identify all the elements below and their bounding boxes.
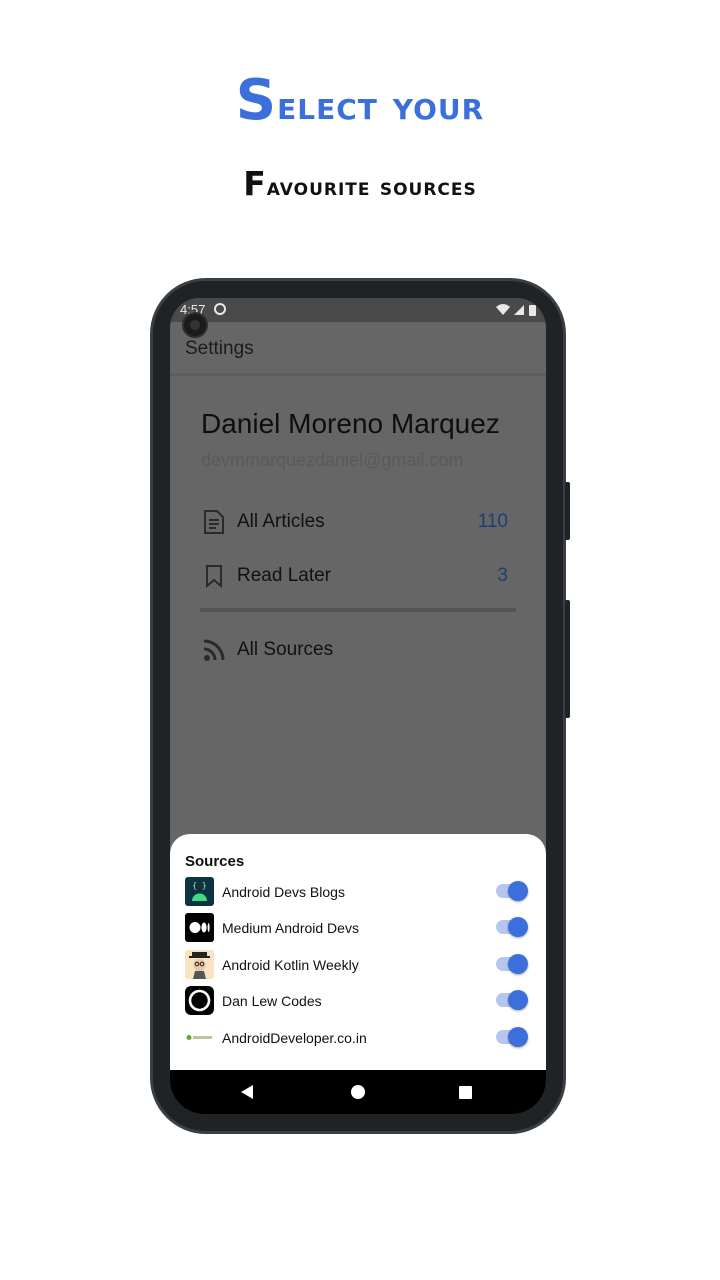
medium-logo bbox=[185, 913, 214, 942]
recents-icon[interactable] bbox=[459, 1086, 472, 1099]
dan-lew-logo bbox=[185, 986, 214, 1015]
source-toggle[interactable] bbox=[496, 881, 528, 901]
back-icon[interactable] bbox=[241, 1085, 253, 1099]
headline-favourite-sources: Favourite sources bbox=[0, 164, 720, 203]
rss-icon bbox=[203, 639, 225, 661]
headline-line1-rest: elect your bbox=[277, 83, 485, 129]
source-row-android-kotlin-weekly[interactable]: Android Kotlin Weekly bbox=[170, 949, 546, 981]
signal-icon bbox=[514, 305, 524, 315]
status-icons bbox=[496, 304, 536, 316]
headline-select-your: Select your bbox=[0, 68, 720, 133]
source-name: AndroidDeveloper.co.in bbox=[222, 1030, 367, 1046]
read-later-count: 3 bbox=[497, 565, 508, 586]
headline-line1-initial: S bbox=[235, 68, 278, 133]
source-row-medium-android-devs[interactable]: Medium Android Devs bbox=[170, 912, 546, 944]
menu-item-label: All Articles bbox=[237, 511, 325, 532]
status-bar: 4:57 bbox=[170, 298, 546, 322]
svg-text:{ }: { } bbox=[192, 881, 206, 890]
sheet-title: Sources bbox=[185, 853, 245, 870]
menu-item-all-articles[interactable]: All Articles 110 bbox=[170, 501, 546, 541]
menu-divider bbox=[200, 608, 516, 612]
page-title: Settings bbox=[185, 338, 254, 359]
profile-email: devmmarquezdaniel@gmail.com bbox=[201, 450, 464, 470]
source-toggle[interactable] bbox=[496, 990, 528, 1010]
headline-line2-initial: F bbox=[243, 164, 267, 203]
source-toggle[interactable] bbox=[496, 1027, 528, 1047]
menu-item-all-sources[interactable]: All Sources bbox=[170, 629, 546, 669]
source-name: Android Devs Blogs bbox=[222, 884, 345, 900]
bookmark-icon bbox=[206, 565, 222, 589]
navigation-bar bbox=[170, 1070, 546, 1114]
articles-count: 110 bbox=[477, 511, 508, 532]
androiddeveloper-logo bbox=[185, 1023, 214, 1052]
app-bar: Settings bbox=[170, 322, 546, 376]
article-icon bbox=[204, 510, 224, 534]
source-row-android-devs-blogs[interactable]: { } Android Devs Blogs bbox=[170, 876, 546, 908]
profile-name: Daniel Moreno Marquez bbox=[201, 408, 500, 439]
battery-icon bbox=[529, 305, 536, 316]
source-toggle[interactable] bbox=[496, 954, 528, 974]
source-row-dan-lew-codes[interactable]: Dan Lew Codes bbox=[170, 985, 546, 1017]
source-name: Android Kotlin Weekly bbox=[222, 957, 359, 973]
phone-side-button bbox=[565, 482, 570, 540]
source-row-androiddeveloper[interactable]: AndroidDeveloper.co.in bbox=[170, 1022, 546, 1054]
home-icon[interactable] bbox=[351, 1085, 365, 1099]
source-name: Dan Lew Codes bbox=[222, 993, 322, 1009]
source-name: Medium Android Devs bbox=[222, 920, 359, 936]
menu-item-label: Read Later bbox=[237, 565, 332, 586]
wifi-icon bbox=[496, 304, 510, 315]
sources-bottom-sheet: Sources { } Android Devs Blogs Medium An… bbox=[170, 834, 546, 1070]
phone-volume-button bbox=[565, 600, 570, 718]
sync-icon bbox=[214, 303, 226, 315]
source-toggle[interactable] bbox=[496, 917, 528, 937]
android-devs-logo: { } bbox=[185, 877, 214, 906]
headline-line2-rest: avourite sources bbox=[266, 173, 477, 201]
phone-screen: 4:57 Settings Daniel Moreno Marquez devm… bbox=[170, 298, 546, 1114]
kotlin-weekly-logo bbox=[185, 950, 214, 979]
menu-item-read-later[interactable]: Read Later 3 bbox=[170, 555, 546, 595]
menu-item-label: All Sources bbox=[237, 639, 334, 660]
